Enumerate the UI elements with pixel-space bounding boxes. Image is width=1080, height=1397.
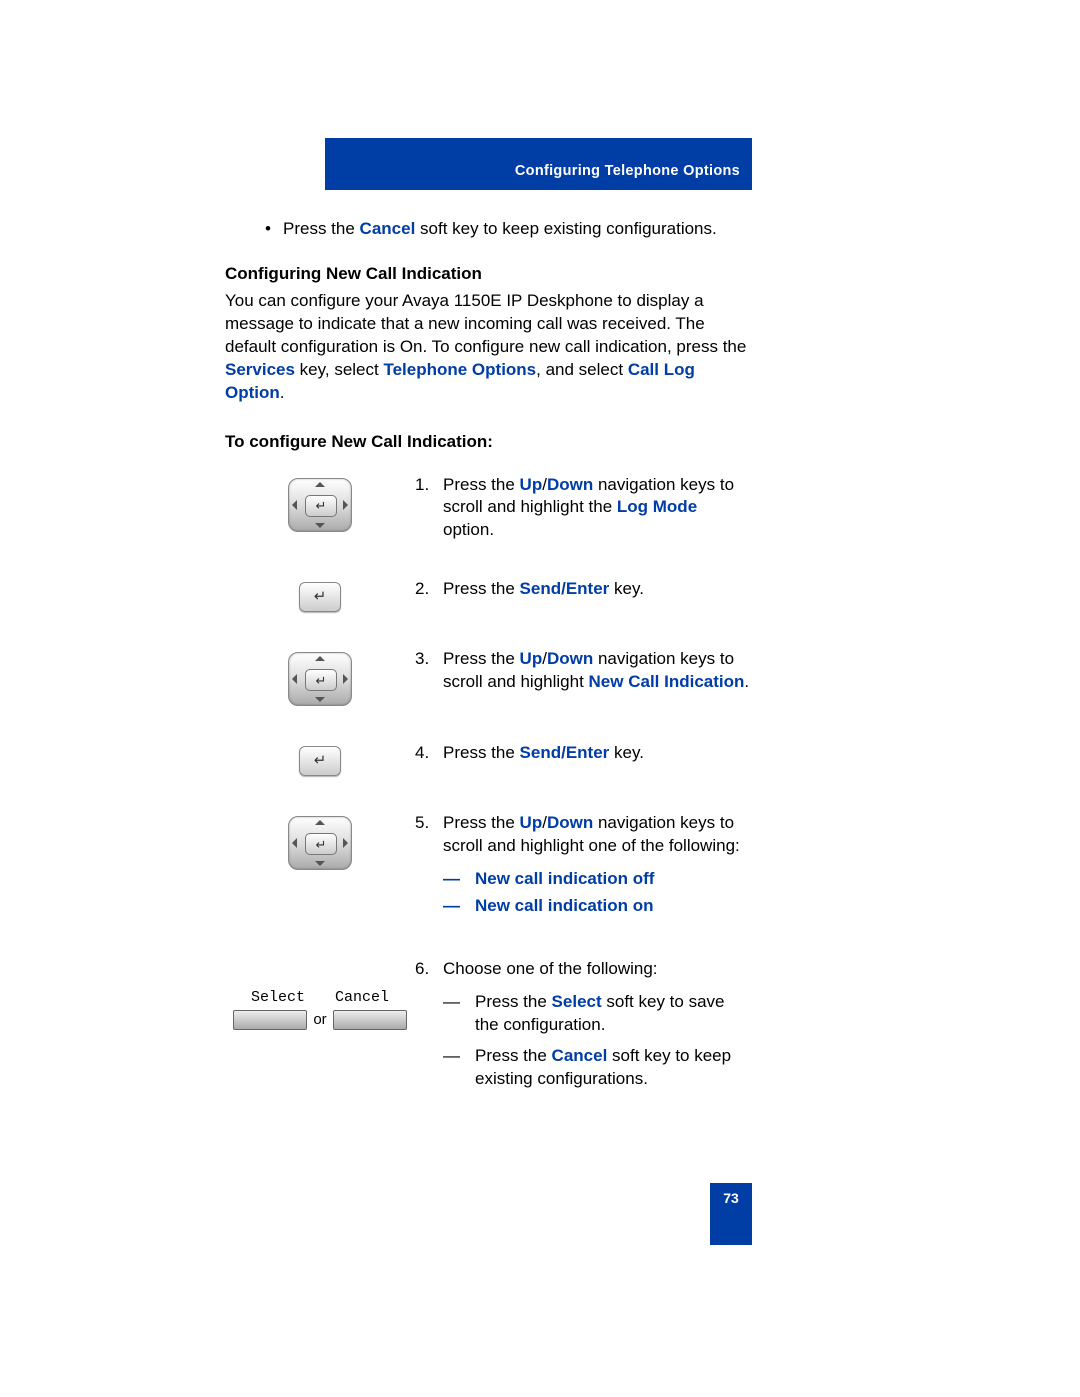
step-text: Choose one of the following: — Press the… <box>443 958 750 1095</box>
dash: — <box>443 868 475 891</box>
key-down: Down <box>547 475 593 494</box>
step-icon-col: ↵ <box>225 812 415 870</box>
key-log-mode: Log Mode <box>617 497 697 516</box>
text: soft key to keep existing configurations… <box>415 219 716 238</box>
page-number: 73 <box>710 1183 752 1245</box>
option-off: New call indication off <box>475 868 654 891</box>
text: . <box>744 672 749 691</box>
step-4: ↵ 4. Press the Send/Enter key. <box>225 742 750 776</box>
page-content: • Press the Cancel soft key to keep exis… <box>225 218 750 1095</box>
step-icon-col: ↵ <box>225 648 415 706</box>
text: key, select <box>295 360 384 379</box>
step-text: Press the Up/Down navigation keys to scr… <box>443 812 750 922</box>
softkeys-icon: Select Cancel or <box>233 988 406 1031</box>
or-text: or <box>313 1010 326 1030</box>
page-header-bar: Configuring Telephone Options <box>325 138 752 190</box>
document-page: Configuring Telephone Options • Press th… <box>0 0 1080 1397</box>
text: Press the <box>443 475 520 494</box>
step-number: 2. <box>415 578 443 601</box>
text: Press the <box>443 743 520 762</box>
key-cancel: Cancel <box>360 219 416 238</box>
step-number: 4. <box>415 742 443 765</box>
step-icon-col: ↵ <box>225 742 415 776</box>
text: key. <box>609 743 644 762</box>
page-header-title: Configuring Telephone Options <box>515 162 740 182</box>
softkey-label-cancel: Cancel <box>335 988 389 1008</box>
key-telephone-options: Telephone Options <box>383 360 536 379</box>
step-number: 6. <box>415 958 443 1095</box>
step-text: Press the Up/Down navigation keys to scr… <box>443 648 750 694</box>
key-new-call-indication: New Call Indication <box>589 672 745 691</box>
key-cancel: Cancel <box>552 1046 608 1065</box>
softkey-button <box>233 1010 307 1030</box>
text: Press the <box>283 219 360 238</box>
softkey-label-select: Select <box>251 988 305 1008</box>
step-2: ↵ 2. Press the Send/Enter key. <box>225 578 750 612</box>
key-up: Up <box>520 475 543 494</box>
step-3: ↵ 3. Press the Up/Down navigation keys t… <box>225 648 750 706</box>
text: Press the <box>443 579 520 598</box>
step-5: ↵ 5. Press the Up/Down navigation keys t… <box>225 812 750 922</box>
key-send-enter: Send/Enter <box>520 743 610 762</box>
softkey-button <box>333 1010 407 1030</box>
dash: — <box>443 1045 475 1091</box>
key-down: Down <box>547 813 593 832</box>
text: You can configure your Avaya 1150E IP De… <box>225 291 746 356</box>
intro-paragraph: You can configure your Avaya 1150E IP De… <box>225 290 750 405</box>
key-up: Up <box>520 813 543 832</box>
sub-option-a: Press the Select soft key to save the co… <box>475 991 750 1037</box>
key-up: Up <box>520 649 543 668</box>
key-send-enter: Send/Enter <box>520 579 610 598</box>
sub-option-b: Press the Cancel soft key to keep existi… <box>475 1045 750 1091</box>
key-down: Down <box>547 649 593 668</box>
option-on: New call indication on <box>475 895 654 918</box>
text: option. <box>443 520 494 539</box>
procedure-heading: To configure New Call Indication: <box>225 431 750 454</box>
text: Press the <box>443 813 520 832</box>
text: Press the <box>443 649 520 668</box>
step-6: Select Cancel or 6. Choose one of the fo… <box>225 958 750 1095</box>
navpad-icon: ↵ <box>288 652 352 706</box>
step-icon-col: ↵ <box>225 578 415 612</box>
key-select: Select <box>552 992 602 1011</box>
intro-bullet: • Press the Cancel soft key to keep exis… <box>225 218 750 241</box>
step-text: Press the Send/Enter key. <box>443 742 750 765</box>
text: . <box>280 383 285 402</box>
navpad-icon: ↵ <box>288 478 352 532</box>
step-icon-col: ↵ <box>225 474 415 532</box>
step-text: Press the Send/Enter key. <box>443 578 750 601</box>
text: , and select <box>536 360 628 379</box>
step-number: 3. <box>415 648 443 694</box>
dash: — <box>443 991 475 1037</box>
enter-key-icon: ↵ <box>299 746 341 776</box>
bullet-dot: • <box>265 218 283 241</box>
intro-bullet-text: Press the Cancel soft key to keep existi… <box>283 218 717 241</box>
step-icon-col: Select Cancel or <box>225 958 415 1031</box>
navpad-icon: ↵ <box>288 816 352 870</box>
text: Press the <box>475 1046 552 1065</box>
text: Choose one of the following: <box>443 959 658 978</box>
enter-key-icon: ↵ <box>299 582 341 612</box>
step-number: 5. <box>415 812 443 922</box>
step-number: 1. <box>415 474 443 543</box>
text: Press the <box>475 992 552 1011</box>
dash: — <box>443 895 475 918</box>
step-text: Press the Up/Down navigation keys to scr… <box>443 474 750 543</box>
text: key. <box>609 579 644 598</box>
section-heading: Configuring New Call Indication <box>225 263 750 286</box>
key-services: Services <box>225 360 295 379</box>
step-1: ↵ 1. Press the Up/Down navigation keys t… <box>225 474 750 543</box>
